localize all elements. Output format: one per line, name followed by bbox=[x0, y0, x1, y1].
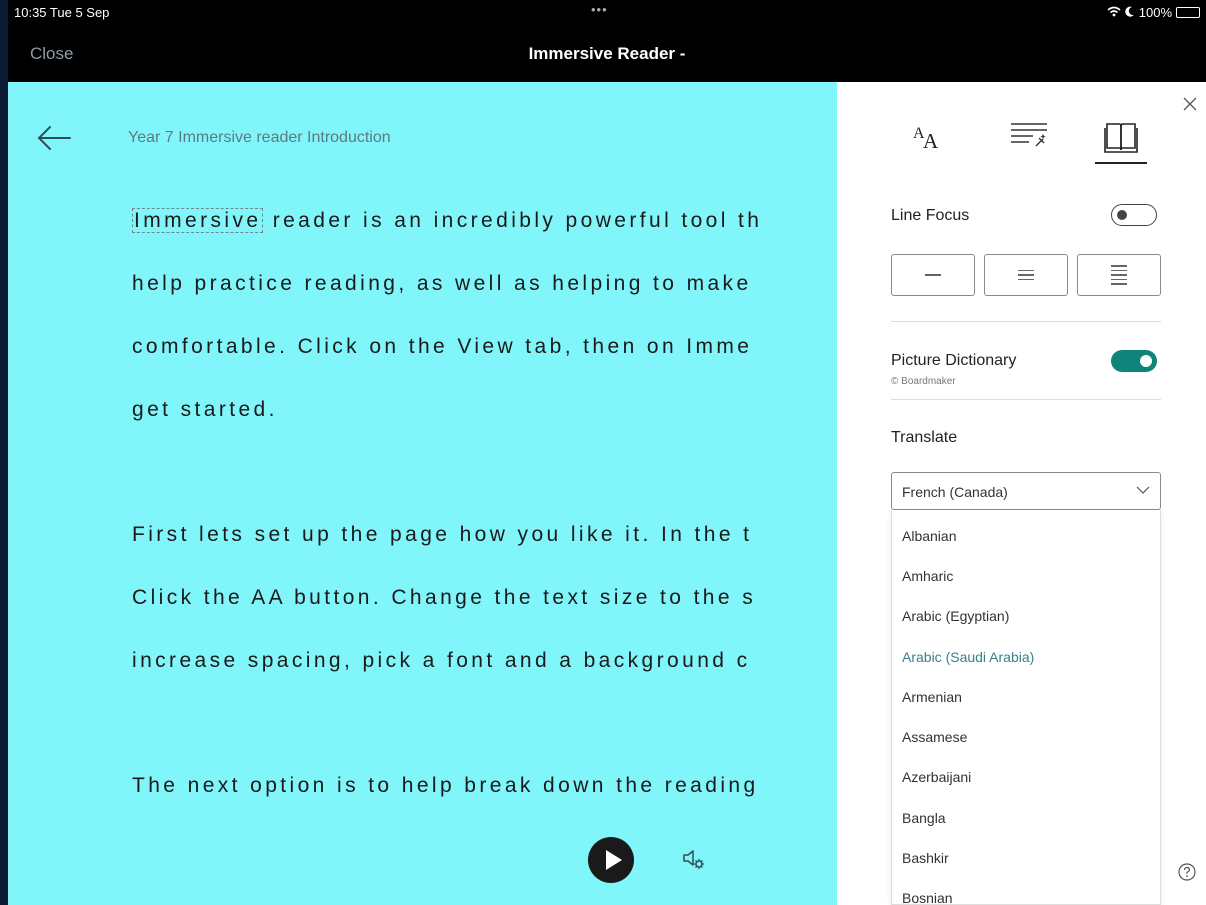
line-focus-toggle[interactable] bbox=[1111, 204, 1157, 226]
status-right: 100% bbox=[1107, 5, 1200, 20]
book-icon bbox=[1104, 123, 1138, 153]
text-line: get started. bbox=[132, 398, 278, 421]
line-focus-label: Line Focus bbox=[891, 207, 970, 224]
play-button[interactable] bbox=[588, 837, 634, 883]
tab-grammar-options[interactable] bbox=[1003, 116, 1055, 164]
text-line: help practice reading, as well as helpin… bbox=[132, 272, 752, 295]
close-icon[interactable] bbox=[1180, 94, 1200, 114]
voice-settings-icon[interactable] bbox=[680, 845, 708, 873]
settings-panel: A A Line Focus Picture Dictionary © Boar… bbox=[837, 82, 1206, 905]
language-option[interactable]: Bangla bbox=[902, 810, 946, 826]
picture-dictionary-toggle[interactable] bbox=[1111, 350, 1157, 372]
document-title: Year 7 Immersive reader Introduction bbox=[128, 129, 391, 146]
line-focus-three-lines-button[interactable] bbox=[984, 254, 1068, 296]
language-option[interactable]: Azerbaijani bbox=[902, 769, 971, 785]
help-icon[interactable] bbox=[1177, 862, 1197, 882]
wifi-icon bbox=[1107, 6, 1121, 20]
language-option[interactable]: Assamese bbox=[902, 729, 967, 745]
text-line: comfortable. Click on the View tab, then… bbox=[132, 335, 753, 358]
language-option[interactable]: Armenian bbox=[902, 689, 962, 705]
picture-dictionary-credit: © Boardmaker bbox=[891, 376, 956, 387]
chevron-down-icon bbox=[1136, 486, 1150, 494]
text-line: increase spacing, pick a font and a back… bbox=[132, 649, 751, 672]
moon-icon bbox=[1125, 6, 1135, 20]
language-option-highlighted[interactable]: Arabic (Saudi Arabia) bbox=[902, 649, 1034, 665]
status-bar: 10:35 Tue 5 Sep ••• 100% bbox=[8, 0, 1206, 26]
status-time: 10:35 Tue 5 Sep bbox=[14, 5, 110, 20]
language-option[interactable]: Albanian bbox=[902, 528, 957, 544]
text-line: First lets set up the page how you like … bbox=[132, 523, 753, 546]
language-option[interactable]: Bosnian bbox=[902, 890, 953, 904]
highlighted-word[interactable]: Immersive bbox=[132, 208, 264, 233]
battery-icon bbox=[1176, 7, 1200, 18]
nav-bar: Close Immersive Reader - bbox=[8, 26, 1206, 82]
language-dropdown-list[interactable]: Albanian Amharic Arabic (Egyptian) Arabi… bbox=[891, 510, 1161, 905]
tab-text-preferences[interactable]: A A bbox=[901, 116, 953, 164]
language-select[interactable]: French (Canada) bbox=[891, 472, 1161, 510]
text-line: Immersive reader is an incredibly powerf… bbox=[132, 208, 763, 233]
divider bbox=[891, 399, 1161, 400]
app-frame: 10:35 Tue 5 Sep ••• 100% Close Immersive… bbox=[8, 0, 1206, 905]
grammar-options-icon bbox=[1011, 123, 1047, 147]
language-option[interactable]: Bashkir bbox=[902, 850, 949, 866]
text-line: The next option is to help break down th… bbox=[132, 774, 759, 797]
tab-reading-preferences[interactable] bbox=[1095, 116, 1147, 164]
selected-language: French (Canada) bbox=[902, 484, 1008, 500]
reading-area: Year 7 Immersive reader Introduction Imm… bbox=[8, 82, 837, 905]
battery-percent: 100% bbox=[1138, 5, 1172, 20]
picture-dictionary-label: Picture Dictionary bbox=[891, 352, 1017, 369]
translate-label: Translate bbox=[891, 429, 958, 446]
language-option[interactable]: Amharic bbox=[902, 568, 953, 584]
line-focus-one-line-button[interactable] bbox=[891, 254, 975, 296]
line-focus-five-lines-button[interactable] bbox=[1077, 254, 1161, 296]
multitask-dots-icon[interactable]: ••• bbox=[591, 2, 608, 17]
page-title: Immersive Reader - bbox=[528, 44, 686, 63]
divider bbox=[891, 321, 1161, 322]
language-option[interactable]: Arabic (Egyptian) bbox=[902, 608, 1009, 624]
text-line: Click the AA button. Change the text siz… bbox=[132, 586, 757, 609]
back-arrow-icon[interactable] bbox=[34, 122, 74, 154]
text-size-icon: A A bbox=[913, 125, 939, 153]
svg-text:A: A bbox=[923, 129, 939, 153]
